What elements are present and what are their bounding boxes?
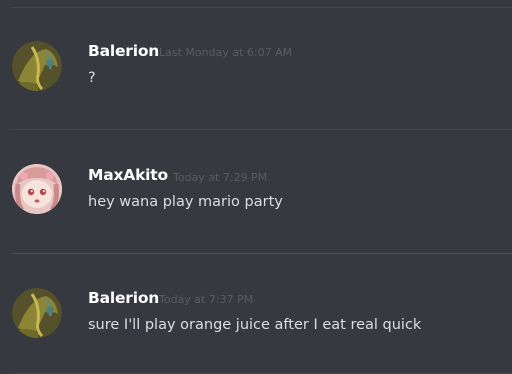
message-divider bbox=[12, 129, 512, 130]
message-item[interactable]: Balerion Last Monday at 6:07 AM ? bbox=[0, 30, 512, 100]
message-item[interactable]: MaxAkito Today at 7:29 PM hey wana play … bbox=[0, 152, 512, 222]
username[interactable]: MaxAkito bbox=[88, 166, 168, 184]
timestamp: Last Monday at 6:07 AM bbox=[159, 46, 293, 59]
username[interactable]: Balerion bbox=[88, 289, 159, 307]
maxakito-avatar-icon bbox=[12, 164, 62, 214]
timestamp: Today at 7:29 PM bbox=[173, 171, 268, 184]
message-divider bbox=[12, 7, 512, 8]
message-content: hey wana play mario party bbox=[88, 194, 283, 210]
balerion-avatar-icon bbox=[12, 41, 62, 91]
new-messages-divider bbox=[12, 253, 512, 254]
username[interactable]: Balerion bbox=[88, 42, 159, 60]
message-content: ? bbox=[88, 70, 96, 86]
timestamp: Today at 7:37 PM bbox=[159, 293, 254, 306]
message-content: sure I'll play orange juice after I eat … bbox=[88, 317, 422, 333]
user-avatar[interactable] bbox=[12, 288, 62, 338]
message-item[interactable]: Balerion Today at 7:37 PM sure I'll play… bbox=[0, 276, 512, 346]
user-avatar[interactable] bbox=[12, 41, 62, 91]
user-avatar[interactable] bbox=[12, 164, 62, 214]
balerion-avatar-icon bbox=[12, 288, 62, 338]
chat-messages: Balerion Last Monday at 6:07 AM ? MaxAki… bbox=[0, 0, 512, 374]
